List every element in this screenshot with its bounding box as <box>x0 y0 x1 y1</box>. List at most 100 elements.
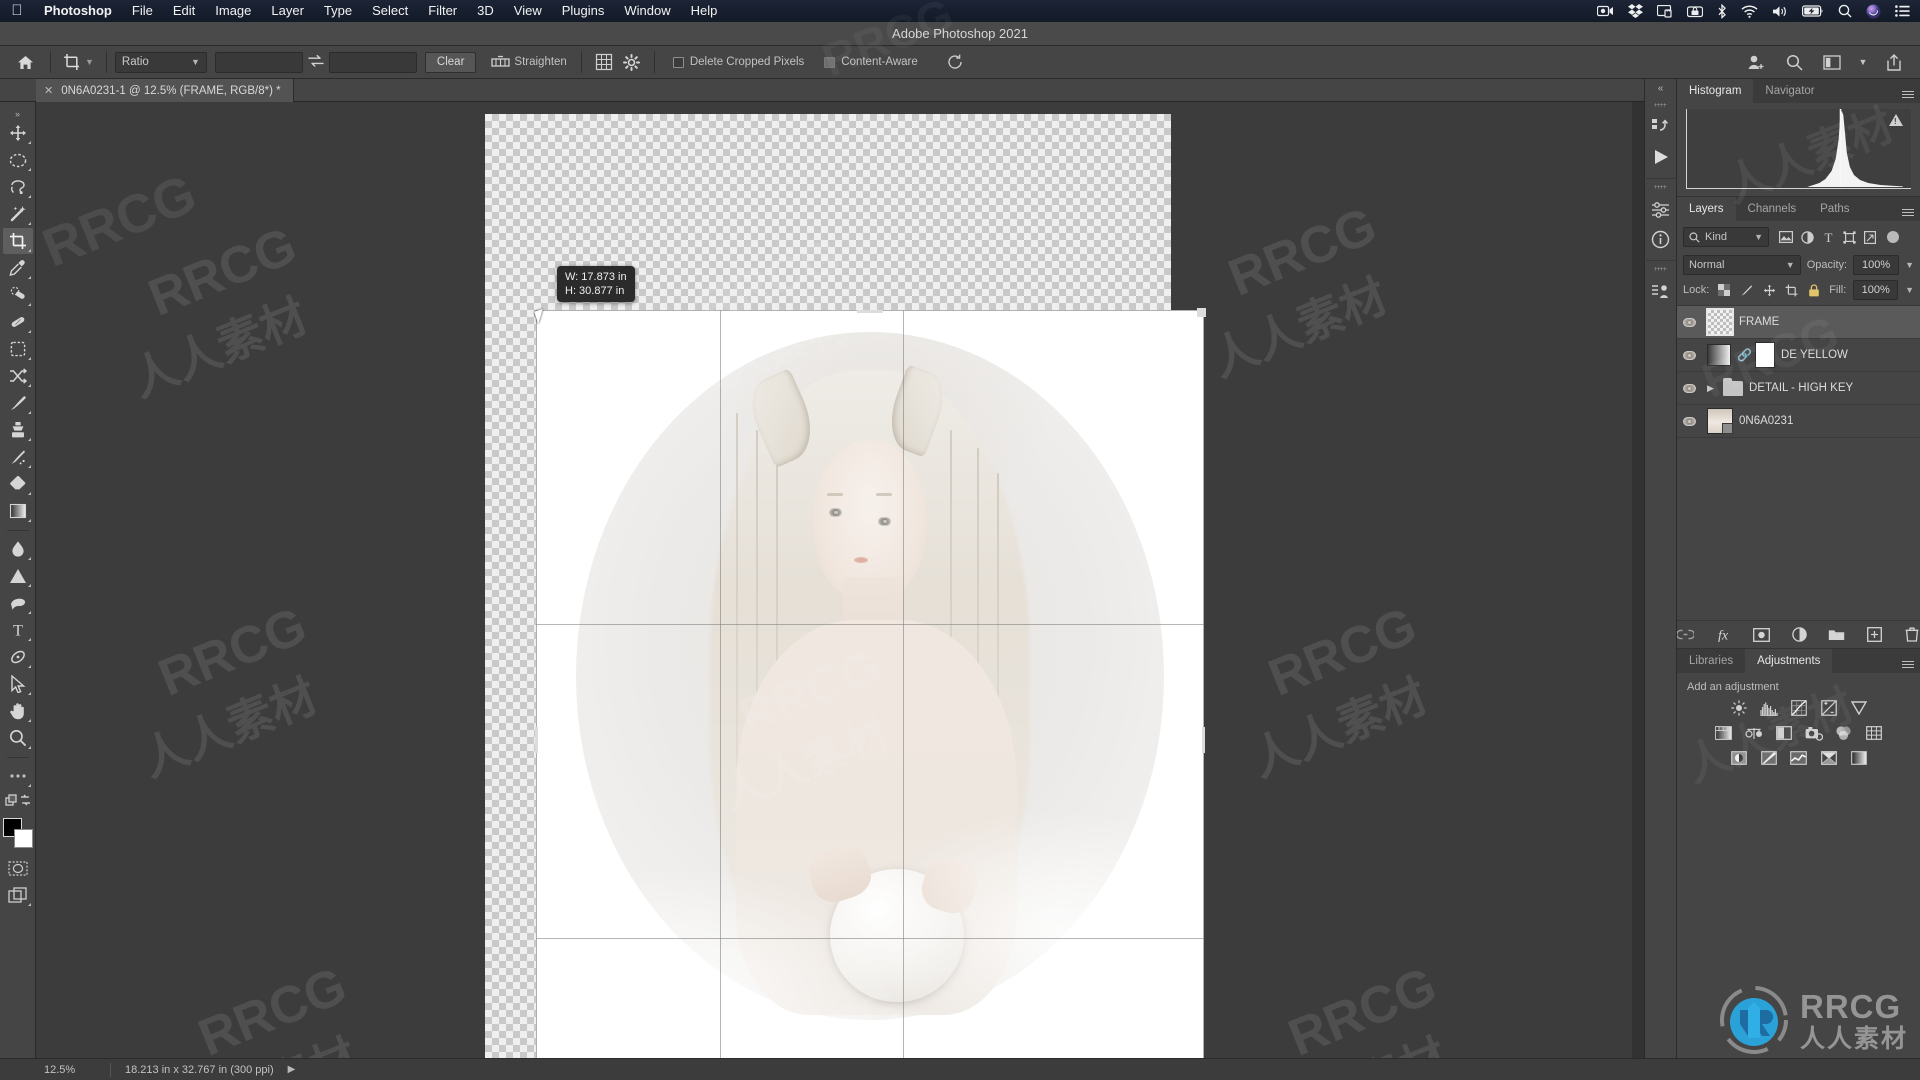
bluetooth-icon[interactable] <box>1717 3 1727 19</box>
layer-name[interactable]: 0N6A0231 <box>1739 415 1793 427</box>
menu-edit[interactable]: Edit <box>163 0 205 22</box>
straighten-label[interactable]: Straighten <box>514 56 566 68</box>
layer-visibility-toggle[interactable] <box>1677 416 1701 426</box>
home-icon[interactable] <box>8 50 42 74</box>
menu-3d[interactable]: 3D <box>467 0 504 22</box>
new-group-icon[interactable] <box>1828 626 1845 644</box>
shape-filter-icon[interactable] <box>1839 227 1859 247</box>
delete-cropped-pixels-checkbox[interactable]: Delete Cropped Pixels <box>663 56 814 68</box>
pen-tool[interactable] <box>3 590 33 616</box>
move-tool[interactable] <box>3 120 33 146</box>
screenshot-icon[interactable] <box>1657 4 1673 18</box>
search-icon[interactable] <box>1780 50 1808 74</box>
brightness-contrast-icon[interactable] <box>1729 699 1749 717</box>
crop-tool[interactable] <box>2 228 33 254</box>
layer-row-0n6a0231[interactable]: 0N6A0231 <box>1677 405 1920 438</box>
active-tool-chip[interactable]: ▼ <box>59 53 98 71</box>
eyedropper-tool[interactable] <box>3 255 33 281</box>
channel-mixer-icon[interactable] <box>1834 724 1854 742</box>
eraser-tool[interactable] <box>3 471 33 497</box>
lock-image-icon[interactable] <box>1739 282 1755 298</box>
wifi-icon[interactable] <box>1741 5 1758 18</box>
new-layer-icon[interactable] <box>1866 626 1882 644</box>
selective-color-icon[interactable] <box>1819 749 1839 767</box>
layer-visibility-toggle[interactable] <box>1677 317 1701 327</box>
workspace-icon[interactable] <box>1818 50 1846 74</box>
blend-mode-select[interactable]: Normal ▼ <box>1683 255 1801 275</box>
spotlight-search-icon[interactable] <box>1838 4 1852 18</box>
lasso-tool[interactable] <box>3 174 33 200</box>
layer-name[interactable]: DE YELLOW <box>1781 349 1848 361</box>
chevron-down-icon[interactable]: ▼ <box>85 57 94 67</box>
invert-icon[interactable] <box>1729 749 1749 767</box>
layer-row-frame[interactable]: FRAME <box>1677 306 1920 339</box>
document-tab[interactable]: ✕ 0N6A0231-1 @ 12.5% (FRAME, RGB/8*) * <box>36 79 294 102</box>
menu-window[interactable]: Window <box>614 0 680 22</box>
close-icon[interactable]: ✕ <box>44 84 53 97</box>
vpn-lock-icon[interactable] <box>1687 5 1703 18</box>
layer-visibility-toggle[interactable] <box>1677 350 1701 360</box>
path-selection-tool[interactable] <box>3 644 33 670</box>
photo-filter-icon[interactable] <box>1804 724 1824 742</box>
gear-icon[interactable] <box>618 50 646 74</box>
threshold-icon[interactable] <box>1789 749 1809 767</box>
play-actions-icon[interactable] <box>1647 142 1675 172</box>
shuffle-tool[interactable] <box>3 363 33 389</box>
panel-menu-icon[interactable] <box>1896 79 1920 103</box>
tab-channels[interactable]: Channels <box>1735 197 1809 221</box>
menu-photoshop[interactable]: Photoshop <box>34 0 122 22</box>
reset-icon[interactable] <box>940 54 970 70</box>
dropbox-icon[interactable] <box>1628 4 1643 18</box>
tab-layers[interactable]: Layers <box>1677 197 1736 221</box>
double-chevron-right-icon[interactable]: » <box>15 108 20 120</box>
crop-overlay-grid-icon[interactable] <box>590 50 618 74</box>
apple-logo-icon[interactable]:  <box>0 3 34 20</box>
layer-kind-select[interactable]: Kind ▼ <box>1683 227 1769 247</box>
black-white-icon[interactable] <box>1774 724 1794 742</box>
lock-transparency-icon[interactable] <box>1716 282 1732 298</box>
link-layers-icon[interactable] <box>1677 626 1694 644</box>
history-brush-tool[interactable] <box>3 444 33 470</box>
layer-thumbnail[interactable] <box>1706 308 1734 336</box>
color-balance-icon[interactable] <box>1744 724 1764 742</box>
opacity-value[interactable]: 100% <box>1853 255 1900 275</box>
layer-visibility-toggle[interactable] <box>1677 383 1701 393</box>
quick-mask-icon[interactable] <box>3 855 33 881</box>
magic-wand-tool[interactable] <box>3 201 33 227</box>
elliptical-marquee-tool[interactable] <box>3 147 33 173</box>
fill-value[interactable]: 100% <box>1853 280 1899 300</box>
screen-mode-icon[interactable] <box>3 882 33 908</box>
menu-filter[interactable]: Filter <box>418 0 467 22</box>
chevron-down-icon[interactable]: ▼ <box>1905 260 1914 270</box>
menu-view[interactable]: View <box>504 0 552 22</box>
color-lookup-icon[interactable] <box>1864 724 1884 742</box>
menu-select[interactable]: Select <box>362 0 418 22</box>
gradient-tool[interactable] <box>3 498 33 524</box>
layer-name[interactable]: DETAIL - HIGH KEY <box>1749 382 1853 394</box>
layer-mask-link-icon[interactable]: 🔗 <box>1737 348 1752 362</box>
spot-healing-brush-tool[interactable] <box>3 282 33 308</box>
new-adjustment-icon[interactable] <box>1791 626 1807 644</box>
info-icon[interactable] <box>1647 224 1675 254</box>
layer-name[interactable]: FRAME <box>1739 316 1779 328</box>
share-icon[interactable] <box>1880 50 1908 74</box>
gradient-map-icon[interactable] <box>1849 749 1869 767</box>
direct-selection-tool[interactable] <box>3 671 33 697</box>
levels-icon[interactable] <box>1759 699 1779 717</box>
tab-paths[interactable]: Paths <box>1808 197 1862 221</box>
layer-thumbnail[interactable] <box>1707 408 1733 434</box>
straighten-icon[interactable] <box>486 50 514 74</box>
type-filter-icon[interactable]: T <box>1818 227 1838 247</box>
volume-icon[interactable] <box>1772 5 1788 18</box>
healing-brush-tool[interactable] <box>3 309 33 335</box>
zoom-level[interactable]: 12.5% <box>44 1064 110 1076</box>
canvas-area[interactable]: W: 17.873 in H: 30.877 in RRCG 人人素材 RRCG… <box>36 102 1632 1068</box>
vibrance-icon[interactable] <box>1849 699 1869 717</box>
layer-row-detail-high-key[interactable]: ▶ DETAIL - HIGH KEY <box>1677 372 1920 405</box>
tab-libraries[interactable]: Libraries <box>1677 649 1746 673</box>
ratio-select[interactable]: Ratio ▼ <box>114 51 207 73</box>
battery-charging-icon[interactable] <box>1802 5 1824 17</box>
lock-all-icon[interactable] <box>1807 282 1823 298</box>
smart-object-filter-icon[interactable] <box>1860 227 1880 247</box>
menu-file[interactable]: File <box>122 0 163 22</box>
